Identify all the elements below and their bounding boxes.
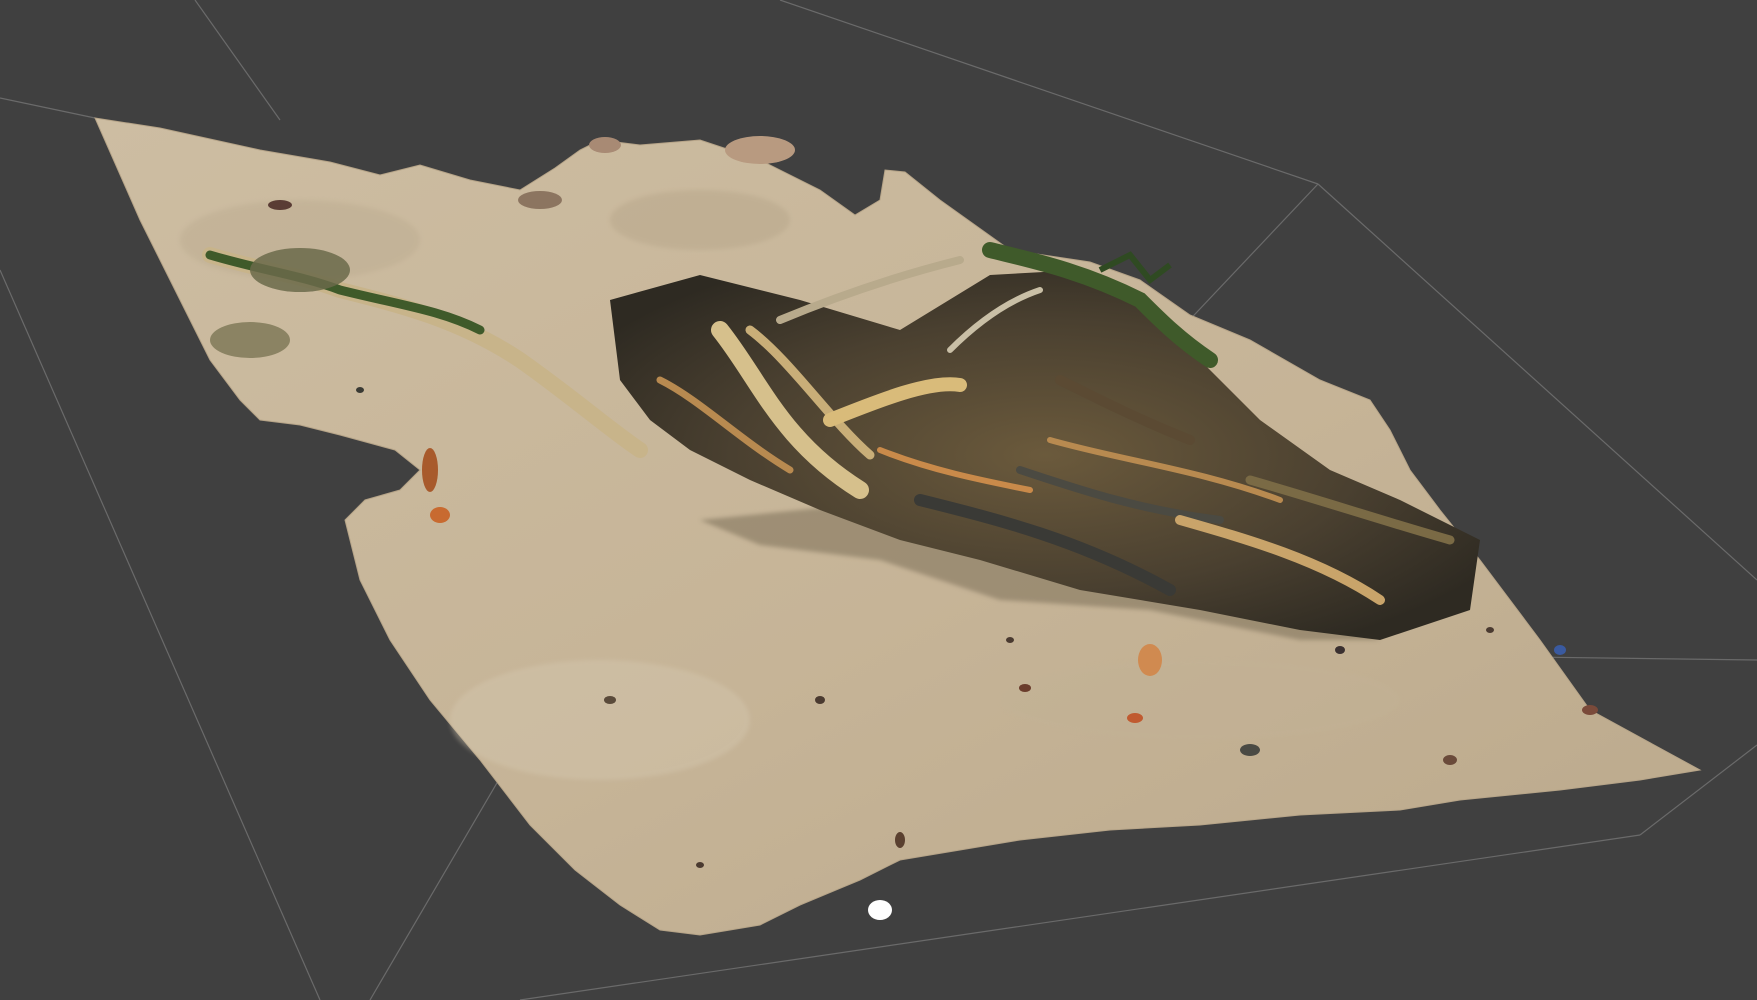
scene-canvas[interactable] bbox=[0, 0, 1757, 1000]
3d-viewport[interactable] bbox=[0, 0, 1757, 1000]
